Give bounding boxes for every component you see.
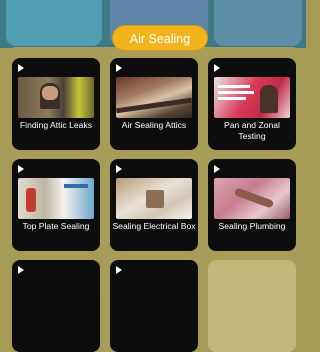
video-title: Sealing Electrical Box: [112, 221, 196, 231]
video-thumbnail: [214, 77, 290, 118]
play-icon: [18, 64, 24, 72]
video-card[interactable]: [110, 260, 198, 352]
tab-previous-section-right[interactable]: [214, 0, 302, 46]
video-card[interactable]: [12, 260, 100, 352]
play-icon: [116, 64, 122, 72]
video-thumbnail: [18, 178, 94, 219]
video-thumbnail: [214, 178, 290, 219]
video-card[interactable]: Finding Attic Leaks: [12, 58, 100, 150]
video-thumbnail: [18, 77, 94, 118]
video-card[interactable]: Sealing Electrical Box: [110, 159, 198, 251]
video-title: Air Sealing Attics: [121, 120, 187, 130]
play-icon: [18, 266, 24, 274]
video-card[interactable]: Sealing Plumbing: [208, 159, 296, 251]
video-title: Finding Attic Leaks: [19, 120, 93, 130]
play-icon: [116, 266, 122, 274]
video-card[interactable]: Top Plate Sealing: [12, 159, 100, 251]
play-icon: [18, 165, 24, 173]
video-title: Pan and Zonal Testing: [224, 120, 280, 141]
play-icon: [214, 165, 220, 173]
video-thumbnail: [116, 77, 192, 118]
play-icon: [214, 64, 220, 72]
video-title: Sealing Plumbing: [218, 221, 286, 231]
play-icon: [116, 165, 122, 173]
video-card[interactable]: Air Sealing Attics: [110, 58, 198, 150]
video-card[interactable]: Pan and Zonal Testing: [208, 58, 296, 150]
tab-previous-section-left[interactable]: [6, 0, 102, 46]
section-title-pill[interactable]: Air Sealing: [112, 25, 208, 51]
video-thumbnail: [116, 178, 192, 219]
empty-card-slot: [208, 260, 296, 352]
video-title: Top Plate Sealing: [22, 221, 90, 231]
video-grid-panel: Finding Attic Leaks Air Sealing Attics P…: [6, 47, 302, 352]
